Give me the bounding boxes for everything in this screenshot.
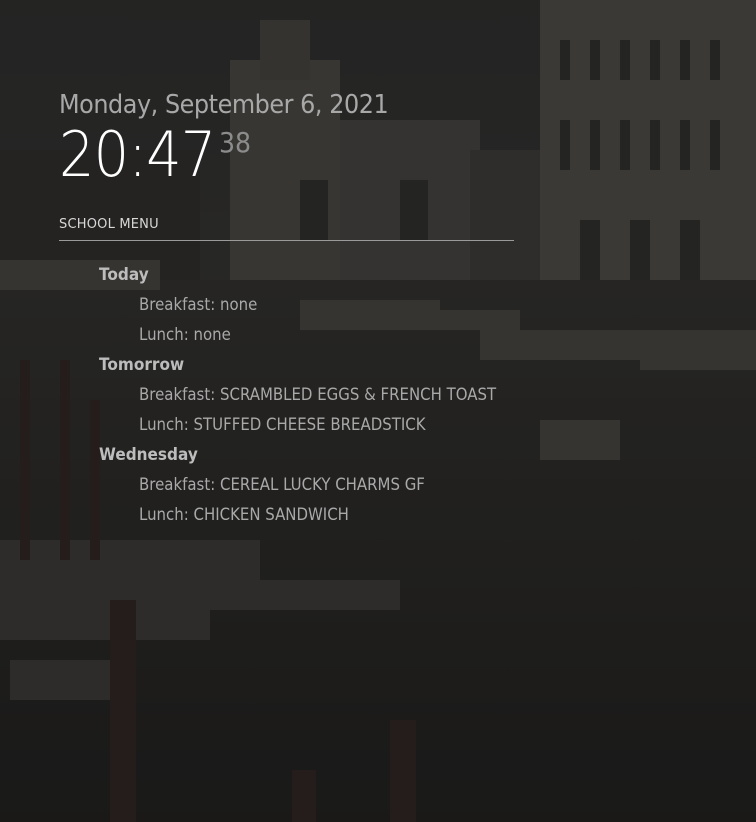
clock-date: Monday, September 6, 2021 — [59, 90, 389, 120]
clock-module: Monday, September 6, 2021 20:47 38 — [59, 88, 417, 190]
meal-lunch: Lunch: STUFFED CHEESE BREADSTICK — [139, 415, 426, 435]
school-menu-module: SCHOOL MENU Today Breakfast: none Lunch:… — [59, 216, 514, 530]
clock-time: 20:47 — [59, 118, 216, 191]
meal-breakfast: Breakfast: SCRAMBLED EGGS & FRENCH TOAST — [139, 385, 497, 405]
day-block-today: Today Breakfast: none Lunch: none — [59, 260, 514, 350]
day-title: Today — [99, 265, 149, 285]
day-block-tomorrow: Tomorrow Breakfast: SCRAMBLED EGGS & FRE… — [59, 350, 514, 440]
day-block-wednesday: Wednesday Breakfast: CEREAL LUCKY CHARMS… — [59, 440, 514, 530]
school-menu-list: Today Breakfast: none Lunch: none Tomorr… — [59, 260, 514, 530]
meal-breakfast: Breakfast: CEREAL LUCKY CHARMS GF — [139, 475, 425, 495]
meal-lunch: Lunch: CHICKEN SANDWICH — [139, 505, 349, 525]
mirror-screen: Monday, September 6, 2021 20:47 38 SCHOO… — [0, 0, 756, 822]
meal-lunch: Lunch: none — [139, 325, 231, 345]
meal-breakfast: Breakfast: none — [139, 295, 258, 315]
clock-seconds: 38 — [218, 126, 251, 159]
clock-time-row: 20:47 38 — [59, 120, 417, 190]
day-title: Wednesday — [99, 445, 198, 465]
day-title: Tomorrow — [99, 355, 185, 375]
school-menu-header: SCHOOL MENU — [59, 216, 514, 241]
